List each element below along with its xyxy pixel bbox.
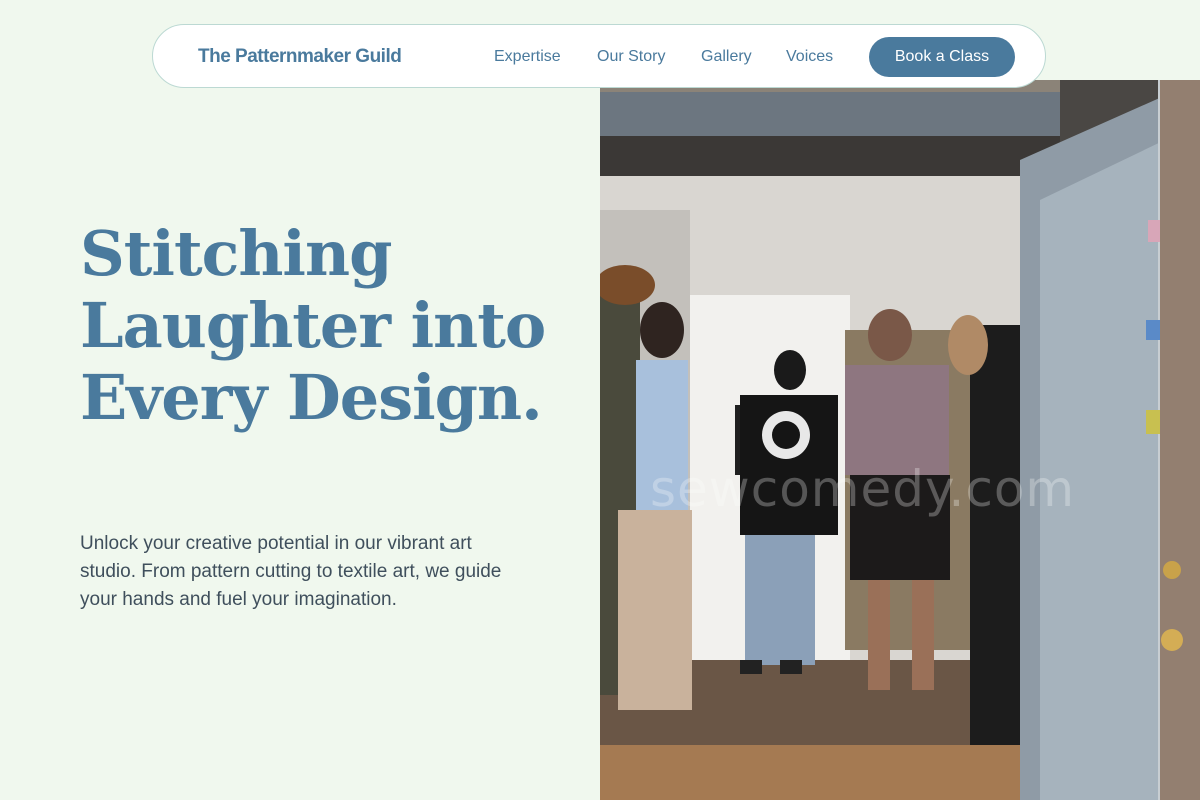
nav-link-expertise[interactable]: Expertise — [494, 48, 561, 66]
nav-link-our-story[interactable]: Our Story — [597, 48, 665, 66]
hero-photo-studio-crowd: sewcomedy.com — [600, 80, 1200, 800]
book-a-class-button[interactable]: Book a Class — [869, 37, 1015, 77]
top-nav: The Patternmaker Guild Expertise Our Sto… — [152, 24, 1046, 88]
brand-logo[interactable]: The Patternmaker Guild — [198, 46, 402, 68]
landing-page: sewcomedy.com The Patternmaker Guild Exp… — [0, 0, 1200, 800]
nav-link-voices[interactable]: Voices — [786, 48, 833, 66]
nav-link-gallery[interactable]: Gallery — [701, 48, 752, 66]
hero-headline: Stitching Laughter into Every Design. — [80, 217, 546, 434]
hero-subtext: Unlock your creative potential in our vi… — [80, 533, 502, 610]
watermark-text: sewcomedy.com — [650, 460, 1076, 518]
